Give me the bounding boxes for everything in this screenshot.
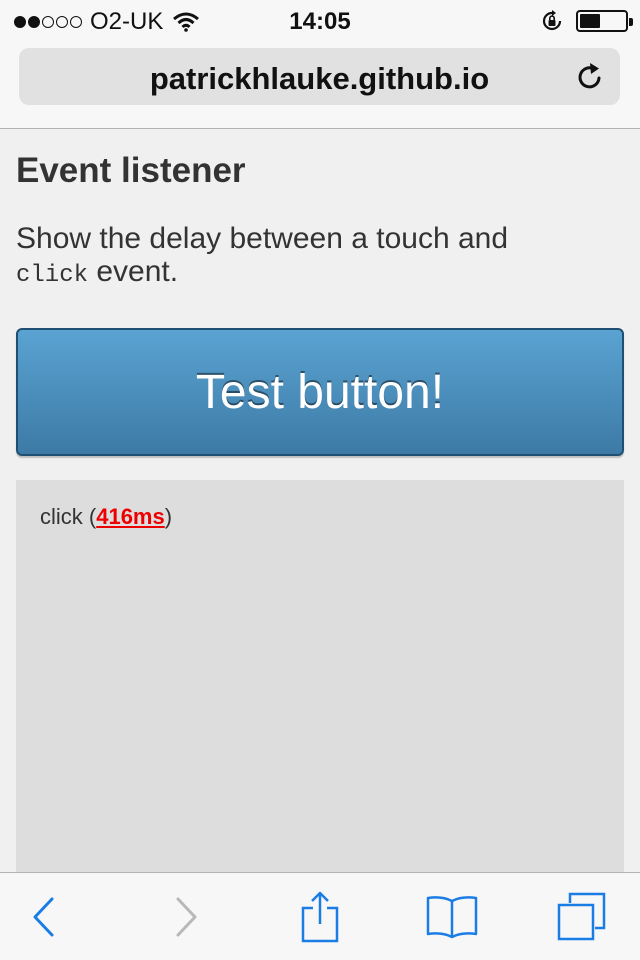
- share-icon: [301, 891, 339, 943]
- battery-cap: [629, 18, 633, 26]
- address-bar: patrickhlauke.github.io: [0, 42, 640, 129]
- status-right: [540, 8, 633, 34]
- share-button[interactable]: [292, 891, 348, 943]
- browser-toolbar: [0, 872, 640, 960]
- forward-button[interactable]: [158, 891, 214, 943]
- log-event-name: click (: [40, 504, 97, 529]
- url-field[interactable]: patrickhlauke.github.io: [19, 48, 620, 105]
- test-button[interactable]: Test button!: [16, 328, 624, 456]
- log-entry: click (416ms): [40, 504, 172, 530]
- back-icon: [33, 897, 54, 937]
- rotation-lock-icon: [542, 10, 562, 31]
- back-button[interactable]: [16, 891, 72, 943]
- page-title: Event listener: [16, 151, 246, 190]
- forward-icon: [176, 897, 197, 937]
- page-content: Event listener Show the delay between a …: [16, 130, 624, 456]
- bookmarks-button[interactable]: [424, 891, 480, 943]
- bookmarks-icon: [426, 896, 478, 939]
- battery-icon: [576, 10, 633, 32]
- description-text-end: event.: [88, 255, 179, 288]
- description-code: click: [16, 262, 89, 289]
- status-bar: O2-UK 14:05: [0, 0, 640, 42]
- log-delay: 416ms: [96, 504, 165, 529]
- battery-fill: [580, 14, 600, 28]
- event-log: click (416ms): [16, 480, 624, 880]
- log-close: ): [164, 504, 173, 529]
- description-text: Show the delay between a touch and: [16, 222, 509, 255]
- tabs-button[interactable]: [554, 891, 610, 943]
- tabs-icon: [557, 892, 606, 941]
- url-text[interactable]: patrickhlauke.github.io: [19, 61, 620, 97]
- reload-icon[interactable]: [574, 61, 606, 93]
- page-description: Show the delay between a touch and click …: [16, 222, 624, 292]
